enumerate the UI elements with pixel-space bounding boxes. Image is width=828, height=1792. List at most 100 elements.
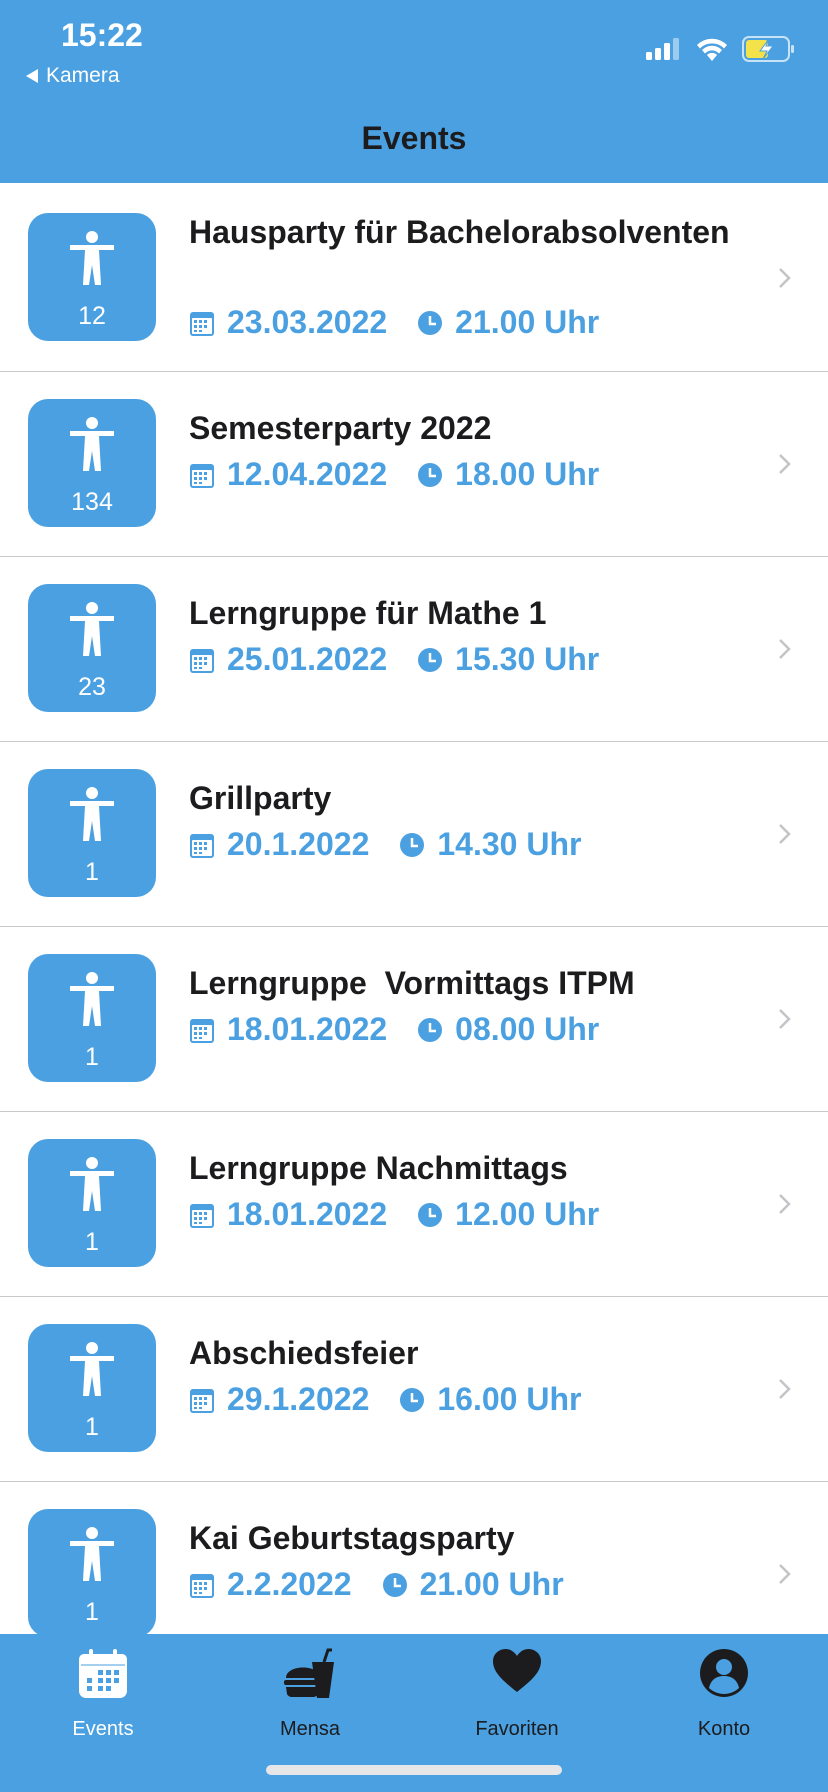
chevron-right-icon bbox=[779, 824, 791, 844]
tab-label: Mensa bbox=[279, 1718, 341, 1740]
participant-count: 23 bbox=[78, 673, 106, 701]
heart-icon bbox=[493, 1649, 541, 1692]
chevron-right-icon bbox=[779, 1379, 791, 1399]
chevron-right-icon bbox=[779, 268, 791, 288]
tab-label: Events bbox=[72, 1718, 134, 1740]
event-title: Kai Geburtstagsparty bbox=[189, 1520, 515, 1556]
event-meta: 20.1.2022 14.30 Uhr bbox=[189, 826, 581, 863]
chevron-right-icon bbox=[779, 639, 791, 659]
event-title: Semesterparty 2022 bbox=[189, 410, 492, 446]
chevron-right-icon bbox=[779, 1194, 791, 1214]
calendar-icon bbox=[79, 1649, 127, 1698]
calendar-icon bbox=[190, 311, 214, 336]
event-row[interactable]: 23 Lerngruppe für Mathe 1 25.01.2022 15.… bbox=[0, 557, 828, 742]
person-icon bbox=[70, 787, 114, 841]
event-title: Grillparty bbox=[189, 780, 332, 816]
event-time: 16.00 Uhr bbox=[437, 1381, 582, 1417]
account-icon bbox=[700, 1649, 748, 1697]
home-indicator[interactable] bbox=[266, 1765, 562, 1775]
chevron-right-icon bbox=[779, 454, 791, 474]
event-row[interactable]: 1 Kai Geburtstagsparty 2.2.2022 21.00 Uh… bbox=[0, 1482, 828, 1634]
event-date: 29.1.2022 bbox=[227, 1381, 370, 1417]
event-date: 12.04.2022 bbox=[227, 456, 388, 492]
participants-badge: 1 bbox=[28, 769, 156, 897]
event-title: Lerngruppe Nachmittags bbox=[189, 1150, 568, 1186]
calendar-icon bbox=[190, 1018, 214, 1043]
event-date: 2.2.2022 bbox=[227, 1566, 352, 1602]
event-time: 08.00 Uhr bbox=[455, 1011, 600, 1047]
clock-icon bbox=[400, 1387, 425, 1412]
back-to-camera-link[interactable]: Kamera bbox=[26, 64, 120, 88]
battery-charging-icon bbox=[742, 36, 794, 62]
event-time: 14.30 Uhr bbox=[437, 826, 582, 862]
event-meta: 29.1.2022 16.00 Uhr bbox=[189, 1381, 581, 1418]
calendar-icon bbox=[190, 1573, 214, 1598]
event-meta: 25.01.2022 15.30 Uhr bbox=[189, 641, 599, 678]
chevron-right-icon bbox=[779, 1564, 791, 1584]
tab-events[interactable]: Events bbox=[28, 1634, 178, 1754]
events-list[interactable]: 12 Hausparty für Bachelorabsolventen 23.… bbox=[0, 183, 828, 1634]
event-meta: 18.01.2022 08.00 Uhr bbox=[189, 1011, 599, 1048]
wifi-icon bbox=[697, 38, 727, 61]
food-icon bbox=[284, 1648, 334, 1698]
event-date: 20.1.2022 bbox=[227, 826, 370, 862]
participant-count: 1 bbox=[85, 858, 99, 886]
event-row[interactable]: 1 Abschiedsfeier 29.1.2022 16.00 Uhr bbox=[0, 1297, 828, 1482]
participant-count: 134 bbox=[71, 488, 113, 516]
person-icon bbox=[70, 231, 114, 285]
event-time: 12.00 Uhr bbox=[455, 1196, 600, 1232]
event-row[interactable]: 12 Hausparty für Bachelorabsolventen 23.… bbox=[0, 183, 828, 372]
calendar-icon bbox=[190, 1388, 214, 1413]
event-time: 15.30 Uhr bbox=[455, 641, 600, 677]
participant-count: 1 bbox=[85, 1598, 99, 1626]
clock-icon bbox=[382, 1572, 407, 1597]
event-row[interactable]: 1 Lerngruppe Vormittags ITPM 18.01.2022 … bbox=[0, 927, 828, 1112]
event-title: Abschiedsfeier bbox=[189, 1335, 419, 1371]
top-bar: 15:22 Kamera Events bbox=[0, 0, 828, 183]
page-title: Events bbox=[361, 120, 467, 156]
back-arrow-icon bbox=[26, 69, 38, 83]
person-icon bbox=[70, 602, 114, 656]
event-date: 23.03.2022 bbox=[227, 304, 388, 340]
participants-badge: 12 bbox=[28, 213, 156, 341]
participant-count: 1 bbox=[85, 1413, 99, 1441]
status-time: 15:22 bbox=[61, 17, 143, 53]
event-title: Lerngruppe Vormittags ITPM bbox=[189, 965, 635, 1001]
event-meta: 2.2.2022 21.00 Uhr bbox=[189, 1566, 564, 1603]
event-meta: 23.03.2022 21.00 Uhr bbox=[189, 304, 599, 341]
participants-badge: 1 bbox=[28, 954, 156, 1082]
tab-label: Konto bbox=[697, 1718, 751, 1740]
back-label: Kamera bbox=[46, 64, 120, 87]
calendar-icon bbox=[190, 648, 214, 673]
calendar-icon bbox=[190, 1203, 214, 1228]
calendar-icon bbox=[190, 833, 214, 858]
status-icons bbox=[646, 36, 796, 62]
person-icon bbox=[70, 972, 114, 1026]
event-time: 21.00 Uhr bbox=[419, 1566, 564, 1602]
event-row[interactable]: 1 Grillparty 20.1.2022 14.30 Uhr bbox=[0, 742, 828, 927]
clock-icon bbox=[418, 1202, 443, 1227]
event-date: 18.01.2022 bbox=[227, 1196, 388, 1232]
person-icon bbox=[70, 417, 114, 471]
event-date: 25.01.2022 bbox=[227, 641, 388, 677]
event-row[interactable]: 1 Lerngruppe Nachmittags 18.01.2022 12.0… bbox=[0, 1112, 828, 1297]
participants-badge: 134 bbox=[28, 399, 156, 527]
tab-konto[interactable]: Konto bbox=[649, 1634, 799, 1754]
tab-favoriten[interactable]: Favoriten bbox=[442, 1634, 592, 1754]
event-meta: 18.01.2022 12.00 Uhr bbox=[189, 1196, 599, 1233]
clock-icon bbox=[418, 462, 443, 487]
person-icon bbox=[70, 1342, 114, 1396]
participants-badge: 1 bbox=[28, 1324, 156, 1452]
clock-icon bbox=[418, 647, 443, 672]
event-title: Lerngruppe für Mathe 1 bbox=[189, 595, 547, 631]
event-row[interactable]: 134 Semesterparty 2022 12.04.2022 18.00 … bbox=[0, 372, 828, 557]
event-title: Hausparty für Bachelorabsolventen bbox=[189, 214, 730, 250]
participant-count: 1 bbox=[85, 1043, 99, 1071]
participants-badge: 1 bbox=[28, 1139, 156, 1267]
tab-mensa[interactable]: Mensa bbox=[235, 1634, 385, 1754]
event-time: 21.00 Uhr bbox=[455, 304, 600, 340]
person-icon bbox=[70, 1157, 114, 1211]
participant-count: 12 bbox=[78, 302, 106, 330]
calendar-icon bbox=[190, 463, 214, 488]
event-meta: 12.04.2022 18.00 Uhr bbox=[189, 456, 599, 493]
